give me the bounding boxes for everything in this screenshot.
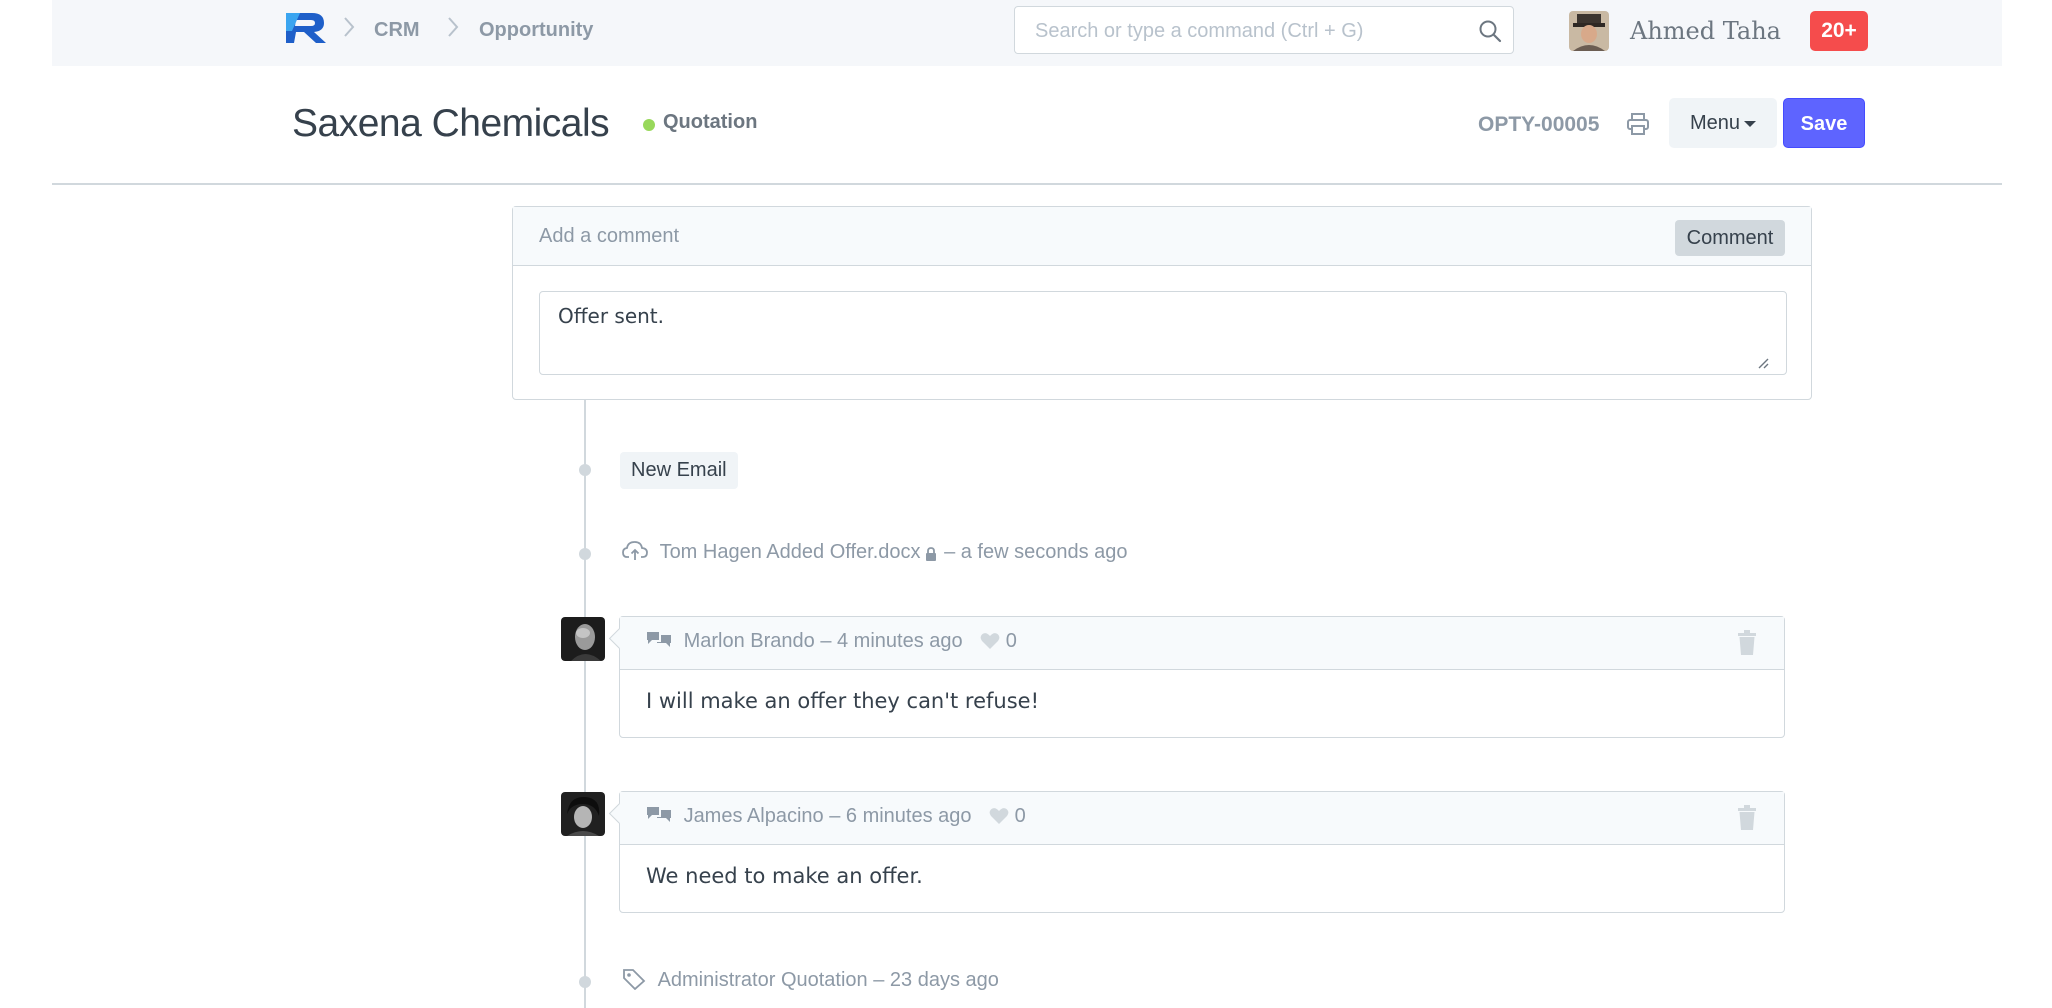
breadcrumb-opportunity[interactable]: Opportunity — [479, 19, 593, 42]
comments-icon — [647, 807, 671, 822]
comment-meta: Marlon Brando – 4 minutes ago 0 — [646, 630, 1017, 653]
user-menu[interactable]: Ahmed Taha — [1630, 17, 1781, 45]
comment-meta: James Alpacino – 6 minutes ago 0 — [646, 805, 1026, 828]
lock-icon — [925, 547, 936, 561]
search-input[interactable] — [1033, 17, 1467, 45]
trash-icon[interactable] — [1736, 630, 1758, 656]
activity-user[interactable]: Tom Hagen — [660, 541, 762, 563]
status-indicator-dot — [643, 119, 655, 131]
timeline-dot — [579, 464, 591, 476]
new-email-button[interactable]: New Email — [620, 452, 738, 489]
comment-author[interactable]: James Alpacino — [684, 805, 824, 827]
document-id: OPTY-00005 — [1478, 113, 1600, 136]
status-badge: Quotation — [663, 111, 758, 133]
trash-icon[interactable] — [1736, 805, 1758, 831]
menu-button[interactable]: Menu — [1669, 98, 1777, 148]
comment-card-header: Marlon Brando – 4 minutes ago 0 — [620, 617, 1784, 670]
breadcrumb-crm[interactable]: CRM — [374, 19, 420, 42]
activity-user[interactable]: Administrator — [658, 969, 776, 991]
page-title: Saxena Chemicals — [292, 102, 610, 145]
search-box — [1014, 6, 1514, 54]
notification-badge[interactable]: 20+ — [1810, 11, 1868, 51]
chevron-right-icon — [344, 17, 355, 37]
like-count: 0 — [1014, 805, 1026, 827]
search-icon[interactable] — [1477, 18, 1503, 44]
app-logo[interactable] — [284, 11, 328, 45]
save-button[interactable]: Save — [1783, 98, 1865, 148]
comment-box: Add a comment Comment Offer sent. — [512, 206, 1812, 400]
activity-time: – a few seconds ago — [944, 541, 1128, 563]
comment-button[interactable]: Comment — [1675, 220, 1785, 256]
cloud-upload-icon — [622, 541, 648, 560]
comments-icon — [647, 632, 671, 647]
tag-icon — [623, 969, 646, 991]
caret-down-icon — [1744, 120, 1757, 127]
tag-activity: Administrator Quotation – 23 days ago — [622, 968, 999, 996]
comment-card: James Alpacino – 6 minutes ago 0 We need… — [608, 791, 1785, 913]
activity-time: – 23 days ago — [873, 969, 999, 991]
comment-textarea[interactable]: Offer sent. — [539, 291, 1787, 375]
attachment-link[interactable]: Offer.docx — [830, 541, 921, 563]
comment-text: I will make an offer they can't refuse! — [646, 689, 1040, 713]
attachment-activity: Tom Hagen Added Offer.docx – a few secon… — [622, 540, 1128, 568]
chevron-right-icon — [448, 17, 459, 37]
comment-author-avatar[interactable] — [561, 617, 605, 661]
comment-time: – 6 minutes ago — [829, 805, 972, 827]
tag-label: Quotation — [780, 969, 868, 991]
like-count: 0 — [1005, 630, 1017, 652]
page-head: Saxena Chemicals Quotation OPTY-00005 Me… — [52, 66, 2002, 185]
activity-action: Added — [766, 541, 825, 563]
heart-icon[interactable] — [980, 632, 1000, 650]
comment-text: We need to make an offer. — [646, 864, 923, 888]
resize-grip-icon[interactable] — [1757, 357, 1769, 369]
menu-button-label: Menu — [1689, 112, 1741, 134]
timeline-dot — [579, 548, 591, 560]
timeline-dot — [579, 976, 591, 988]
comment-box-title: Add a comment — [539, 225, 680, 247]
comment-author-avatar[interactable] — [561, 792, 605, 836]
print-icon[interactable] — [1625, 111, 1651, 137]
user-avatar[interactable] — [1569, 11, 1609, 51]
comment-box-header: Add a comment Comment — [513, 207, 1811, 266]
comment-author[interactable]: Marlon Brando — [684, 630, 815, 652]
navbar: CRM Opportunity Ahmed Taha 20+ — [52, 0, 2002, 67]
heart-icon[interactable] — [989, 807, 1009, 825]
comment-card: Marlon Brando – 4 minutes ago 0 I will m… — [608, 616, 1785, 738]
comment-card-header: James Alpacino – 6 minutes ago 0 — [620, 792, 1784, 845]
timeline-line — [584, 400, 586, 1008]
comment-time: – 4 minutes ago — [820, 630, 963, 652]
